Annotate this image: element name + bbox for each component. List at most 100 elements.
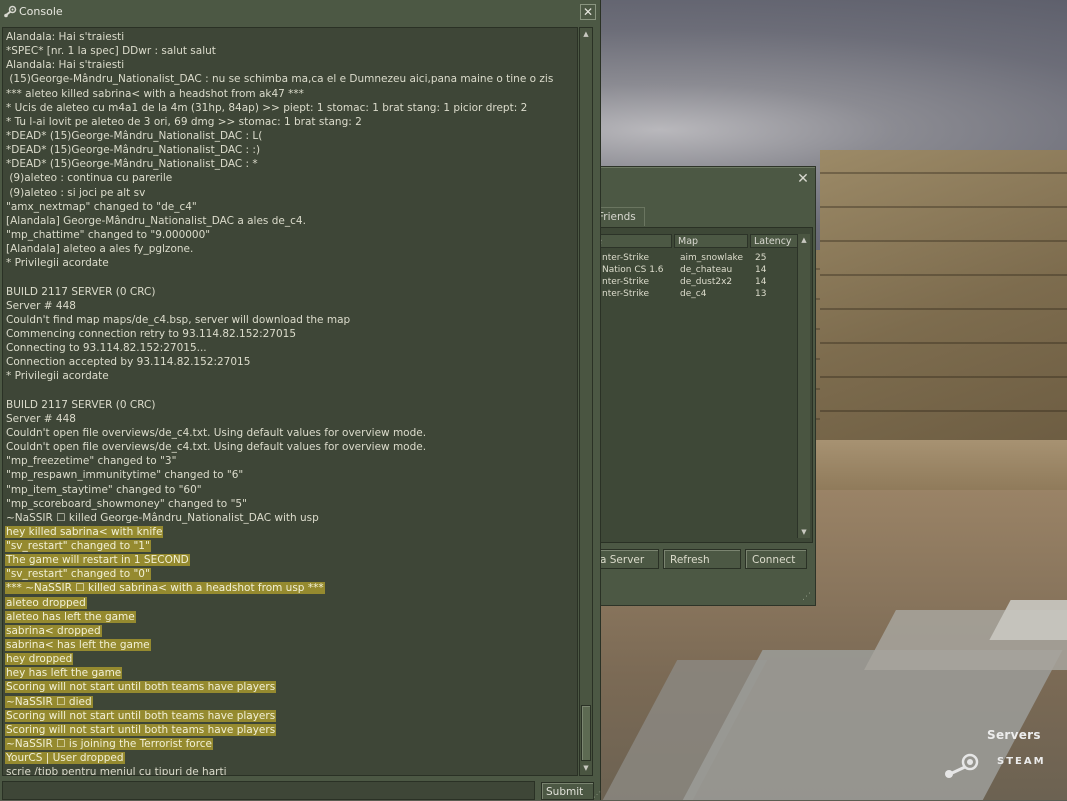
console-line-text: [Alandala] aleteo a ales fy_pglzone.	[6, 243, 194, 256]
console-line: Couldn't find map maps/de_c4.bsp, server…	[5, 313, 577, 327]
console-line-text: (15)George-Mândru_Nationalist_DAC : nu s…	[6, 73, 554, 86]
server-map: de_dust2x2	[680, 277, 733, 287]
console-line: Alandala: Hai s'traiesti	[5, 58, 577, 72]
add-server-button[interactable]: a Server	[593, 549, 659, 569]
console-line-text: Server # 448	[6, 412, 76, 425]
console-line-text: The game will restart in 1 SECOND	[5, 554, 190, 567]
console-line-text: * Tu l-ai lovit pe aleteo de 3 ori, 69 d…	[6, 115, 362, 128]
console-line: scrie /tipb pentru meniul cu tipuri de h…	[5, 765, 577, 776]
close-icon[interactable]: ✕	[796, 172, 810, 186]
console-line-text: Commencing connection retry to 93.114.82…	[6, 327, 297, 340]
console-line-text: "sv_restart" changed to "1"	[5, 540, 151, 553]
console-line-text: scrie /tipb pentru meniul cu tipuri de h…	[6, 766, 227, 776]
console-line-text: "mp_item_staytime" changed to "60"	[6, 483, 202, 496]
column-header-game[interactable]: e	[592, 234, 672, 248]
console-line-text	[5, 271, 7, 283]
console-line: "amx_nextmap" changed to "de_c4"	[5, 200, 577, 214]
console-line-text: Connection accepted by 93.114.82.152:270…	[6, 356, 251, 369]
server-latency: 14	[755, 277, 767, 287]
column-header-latency[interactable]: Latency	[750, 234, 800, 248]
console-line-text: Connecting to 93.114.82.152:27015...	[6, 342, 207, 355]
console-line: Server # 448	[5, 299, 577, 313]
console-line-text: "sv_restart" changed to "0"	[5, 568, 151, 581]
console-line-text: Alandala: Hai s'traiesti	[6, 59, 125, 72]
console-line-text: hey killed sabrina< with knife	[5, 525, 164, 538]
connect-button[interactable]: Connect	[745, 549, 807, 569]
console-line-text: (9)aleteo : si joci pe alt sv	[6, 186, 146, 199]
window-title: Console	[19, 5, 63, 18]
console-line-text: *** aleteo killed sabrina< with a headsh…	[6, 87, 304, 100]
console-line-text: Couldn't open file overviews/de_c4.txt. …	[6, 441, 427, 454]
console-line: * Privilegii acordate	[5, 369, 577, 383]
console-line: Scoring will not start until both teams …	[5, 723, 577, 737]
server-game: nter-Strike	[602, 289, 650, 299]
console-line: Scoring will not start until both teams …	[5, 680, 577, 694]
refresh-button[interactable]: Refresh	[663, 549, 741, 569]
console-line-text: "mp_scoreboard_showmoney" changed to "5"	[6, 497, 247, 510]
console-line-text: "mp_chattime" changed to "9.000000"	[6, 228, 211, 241]
server-latency: 14	[755, 265, 767, 275]
console-line: "sv_restart" changed to "1"	[5, 539, 577, 553]
console-line-text: sabrina< dropped	[5, 624, 102, 637]
console-line: Couldn't open file overviews/de_c4.txt. …	[5, 426, 577, 440]
console-line: Server # 448	[5, 412, 577, 426]
submit-button[interactable]: Submit	[541, 782, 594, 800]
console-line-text: BUILD 2117 SERVER (0 CRC)	[6, 285, 156, 298]
console-line-text: BUILD 2117 SERVER (0 CRC)	[6, 398, 156, 411]
scroll-down-icon[interactable]: ▼	[580, 762, 592, 775]
console-line: aleteo dropped	[5, 596, 577, 610]
scroll-down-icon[interactable]: ▼	[798, 526, 810, 538]
console-line: hey dropped	[5, 652, 577, 666]
console-line: "sv_restart" changed to "0"	[5, 567, 577, 581]
scroll-up-icon[interactable]: ▲	[580, 28, 592, 41]
console-line: BUILD 2117 SERVER (0 CRC)	[5, 285, 577, 299]
console-line: *** ~NaSSIR ☐ killed sabrina< with a hea…	[5, 581, 577, 595]
console-line-text: Couldn't find map maps/de_c4.bsp, server…	[6, 313, 351, 326]
console-line-text: Scoring will not start until both teams …	[5, 723, 277, 736]
console-line	[5, 270, 577, 284]
console-line-text: *SPEC* [nr. 1 la spec] DDwr : salut salu…	[6, 45, 216, 58]
close-icon[interactable]: ✕	[580, 4, 596, 20]
console-line-text: Scoring will not start until both teams …	[5, 709, 277, 722]
console-line: BUILD 2117 SERVER (0 CRC)	[5, 398, 577, 412]
console-titlebar[interactable]: Console ✕	[0, 0, 600, 24]
console-line: Commencing connection retry to 93.114.82…	[5, 327, 577, 341]
console-line: *DEAD* (15)George-Mândru_Nationalist_DAC…	[5, 143, 577, 157]
column-header-map[interactable]: Map	[674, 234, 748, 248]
steam-logo-icon	[945, 753, 979, 778]
console-line: "mp_freezetime" changed to "3"	[5, 454, 577, 468]
steam-icon	[3, 5, 17, 19]
scroll-up-icon[interactable]: ▲	[798, 234, 810, 246]
servers-label: Servers	[987, 728, 1041, 742]
console-command-input[interactable]	[2, 781, 535, 800]
console-line-text: YourCS | User dropped	[5, 752, 125, 765]
console-line: hey killed sabrina< with knife	[5, 525, 577, 539]
console-line-text: Server # 448	[6, 299, 76, 312]
console-line-text: *DEAD* (15)George-Mândru_Nationalist_DAC…	[6, 129, 263, 142]
resize-grip-icon[interactable]: ⋰	[802, 592, 811, 602]
console-line: Alandala: Hai s'traiesti	[5, 30, 577, 44]
console-output[interactable]: Alandala: Hai s'traiesti *SPEC* [nr. 1 la…	[2, 27, 578, 776]
console-line-text: "mp_freezetime" changed to "3"	[6, 455, 177, 468]
scroll-thumb[interactable]	[581, 705, 591, 761]
console-line	[5, 384, 577, 398]
console-line-text: * Privilegii acordate	[6, 257, 109, 270]
console-line: (9)aleteo : continua cu parerile	[5, 171, 577, 185]
console-scrollbar[interactable]: ▲ ▼	[579, 27, 593, 776]
resize-grip-icon[interactable]: ⋰	[593, 790, 601, 799]
console-line-text: *DEAD* (15)George-Mândru_Nationalist_DAC…	[6, 144, 261, 157]
server-list-scrollbar[interactable]: ▲ ▼	[797, 234, 810, 538]
console-line: ~NaSSIR ☐ killed George-Mândru_Nationali…	[5, 511, 577, 525]
console-line: * Privilegii acordate	[5, 256, 577, 270]
server-game: Nation CS 1.6	[602, 265, 664, 275]
console-line-text: * Privilegii acordate	[6, 370, 109, 383]
console-line-text: aleteo dropped	[5, 596, 87, 609]
console-line: *DEAD* (15)George-Mândru_Nationalist_DAC…	[5, 129, 577, 143]
console-line: ~NaSSIR ☐ is joining the Terrorist force	[5, 737, 577, 751]
server-game: nter-Strike	[602, 253, 650, 263]
tab-label: Friends	[598, 211, 636, 223]
console-line: (9)aleteo : si joci pe alt sv	[5, 186, 577, 200]
console-line-text: * Ucis de aleteo cu m4a1 de la 4m (31hp,…	[6, 101, 528, 114]
console-line: hey has left the game	[5, 666, 577, 680]
server-map: de_c4	[680, 289, 707, 299]
